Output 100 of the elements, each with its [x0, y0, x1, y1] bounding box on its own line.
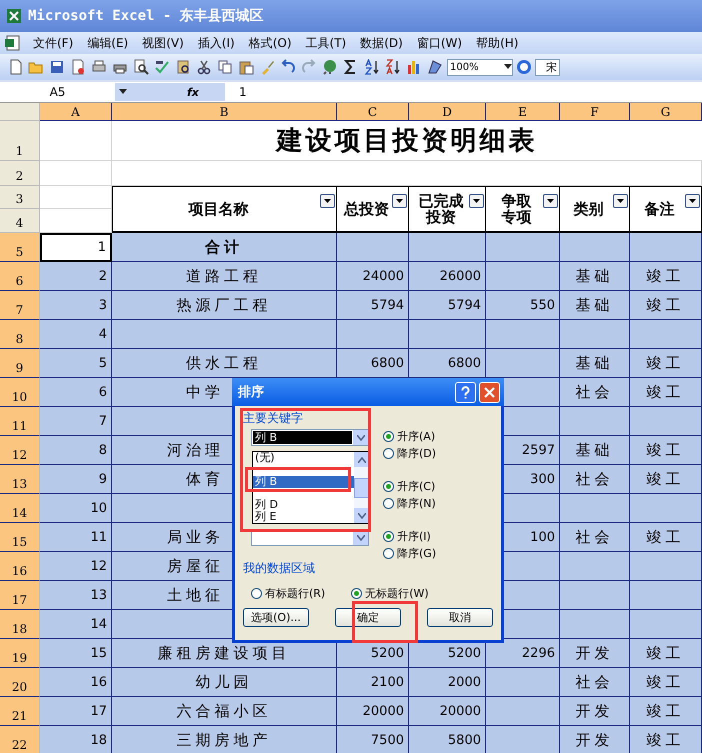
- table-cell: 社会: [560, 668, 630, 697]
- list-item[interactable]: 列 E: [253, 511, 354, 523]
- dialog-button[interactable]: 选项(O)...: [243, 608, 309, 627]
- column-header[interactable]: A: [40, 103, 112, 121]
- table-cell: 5800: [409, 726, 486, 753]
- menu-item[interactable]: 编辑(E): [80, 32, 136, 54]
- table-cell: 热源厂工程: [112, 291, 337, 320]
- radio-option[interactable]: 无标题行(W): [351, 582, 429, 604]
- menu-item[interactable]: 工具(T): [298, 32, 354, 54]
- table-cell: 11: [40, 523, 112, 552]
- radio-option[interactable]: 升序(I): [383, 529, 436, 544]
- menu-item[interactable]: 视图(V): [135, 32, 191, 54]
- table-cell: 18: [40, 726, 112, 753]
- row-header[interactable]: 15: [0, 523, 40, 552]
- column-header[interactable]: E: [486, 103, 560, 121]
- function-label[interactable]: fx: [187, 86, 199, 98]
- column-header[interactable]: C: [337, 103, 409, 121]
- row-header[interactable]: 1: [0, 121, 40, 161]
- table-cell: 开发: [560, 697, 630, 726]
- column-header[interactable]: F: [560, 103, 630, 121]
- table-cell: 6: [40, 378, 112, 407]
- table-cell: 7500: [337, 726, 409, 753]
- table-cell: 12: [40, 552, 112, 581]
- menu-item[interactable]: 帮助(H): [469, 32, 526, 54]
- radio-option[interactable]: 升序(C): [383, 479, 436, 494]
- table-cell: 7: [40, 407, 112, 436]
- table-cell: 4: [40, 320, 112, 349]
- menu-item[interactable]: 插入(I): [190, 32, 242, 54]
- row-header[interactable]: 9: [0, 349, 40, 378]
- menu-item[interactable]: 格式(O): [242, 32, 299, 54]
- menu-item[interactable]: 窗口(W): [410, 32, 470, 54]
- column-header[interactable]: B: [112, 103, 337, 121]
- table-cell: 550: [486, 291, 560, 320]
- zoom-field[interactable]: 100%: [447, 58, 513, 76]
- table-cell: 15: [40, 639, 112, 668]
- table-cell: 道路工程: [112, 262, 337, 291]
- row-header[interactable]: 22: [0, 726, 40, 753]
- sheet-title: 建设项目投资明细表: [112, 121, 702, 161]
- row-header[interactable]: 6: [0, 262, 40, 291]
- row-header[interactable]: 12: [0, 436, 40, 465]
- row-header[interactable]: 4: [0, 209, 40, 233]
- row-header[interactable]: 5: [0, 233, 40, 262]
- table-cell: 开发: [560, 726, 630, 753]
- formula-field[interactable]: 1: [225, 85, 247, 99]
- table-cell: 6800: [337, 349, 409, 378]
- table-cell: 竣工: [630, 726, 702, 753]
- table-cell: 廉租房建设项目: [112, 639, 337, 668]
- menu-item[interactable]: 数据(D): [353, 32, 410, 54]
- row-header[interactable]: 21: [0, 697, 40, 726]
- dialog-button[interactable]: 确定: [335, 608, 401, 627]
- group-label: 我的数据区域: [243, 560, 315, 576]
- menu-item[interactable]: 文件(F): [26, 32, 80, 54]
- row-header[interactable]: 11: [0, 407, 40, 436]
- column-title: 备注: [644, 200, 674, 218]
- row-header[interactable]: 16: [0, 552, 40, 581]
- table-cell: 供水工程: [112, 349, 337, 378]
- row-header[interactable]: 17: [0, 581, 40, 610]
- radio-option[interactable]: 降序(N): [383, 496, 436, 511]
- dialog-title: 排序: [238, 384, 265, 401]
- table-cell: 竣工: [630, 378, 702, 407]
- table-cell: 竣工: [630, 349, 702, 378]
- window-title: Microsoft Excel - 东丰县西城区: [28, 7, 264, 25]
- row-header[interactable]: 14: [0, 494, 40, 523]
- table-cell: 9: [40, 465, 112, 494]
- table-cell: 2296: [486, 639, 560, 668]
- table-cell: 竣工: [630, 697, 702, 726]
- radio-option[interactable]: 降序(G): [383, 546, 436, 561]
- row-header[interactable]: 8: [0, 320, 40, 349]
- table-cell: 5794: [337, 291, 409, 320]
- row-header[interactable]: 3: [0, 186, 40, 209]
- row-header[interactable]: 19: [0, 639, 40, 668]
- table-cell: 14: [40, 610, 112, 639]
- table-cell: 基础: [560, 349, 630, 378]
- table-cell: 26000: [409, 262, 486, 291]
- row-header[interactable]: 13: [0, 465, 40, 494]
- row-header[interactable]: 2: [0, 161, 40, 186]
- column-header[interactable]: D: [409, 103, 486, 121]
- table-cell: 20000: [409, 697, 486, 726]
- table-cell: 合计: [112, 233, 337, 262]
- radio-option[interactable]: 升序(A): [383, 429, 436, 444]
- dialog-button[interactable]: 取消: [427, 608, 493, 627]
- font-field[interactable]: 宋: [535, 58, 560, 76]
- table-cell: 3: [40, 291, 112, 320]
- row-header[interactable]: 7: [0, 291, 40, 320]
- row-header[interactable]: 18: [0, 610, 40, 639]
- table-cell: 竣工: [630, 523, 702, 552]
- sort-key-dropdown[interactable]: 列 B: [251, 429, 369, 446]
- row-header[interactable]: 20: [0, 668, 40, 697]
- radio-option[interactable]: 降序(D): [383, 446, 436, 461]
- table-cell: 竣工: [630, 639, 702, 668]
- list-item[interactable]: 列 D: [253, 499, 354, 511]
- group-label: 主要关键字: [243, 410, 303, 426]
- table-cell: 竣工: [630, 668, 702, 697]
- radio-option[interactable]: 有标题行(R): [251, 582, 326, 604]
- table-cell: 三期房地产: [112, 726, 337, 753]
- table-cell: 17: [40, 697, 112, 726]
- column-header[interactable]: G: [630, 103, 702, 121]
- row-header[interactable]: 10: [0, 378, 40, 407]
- table-cell: 社会: [560, 378, 630, 407]
- list-item[interactable]: 列 B: [253, 476, 354, 488]
